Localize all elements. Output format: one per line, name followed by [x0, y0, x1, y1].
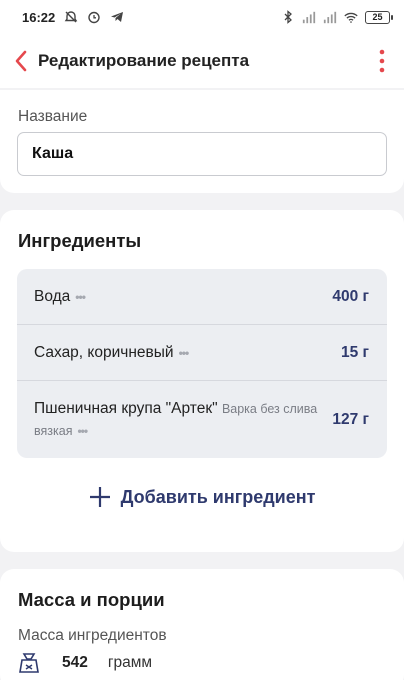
add-ingredient-button[interactable]: Добавить ингредиент [0, 482, 404, 512]
ingredient-name-text: Пшеничная крупа "Артек" [34, 399, 218, 417]
alarm-icon [87, 10, 101, 24]
more-dots-icon: ••• [77, 423, 88, 438]
ingredient-row[interactable]: Сахар, коричневый ••• 15 г [17, 325, 387, 380]
battery-level: 25 [372, 12, 383, 22]
name-label: Название [18, 108, 88, 125]
status-time: 16:22 [22, 9, 56, 25]
ingredients-list: Вода ••• 400 г Сахар, коричневый ••• 15 г … [17, 269, 387, 458]
battery-icon: 25 [365, 10, 393, 24]
ingredient-name: Сахар, коричневый ••• [34, 342, 190, 364]
ingredient-row[interactable]: Вода ••• 400 г [17, 269, 387, 324]
ingredient-name: Вода ••• [34, 286, 86, 308]
ingredient-name: Пшеничная крупа "Артек" Варка без слива … [34, 398, 319, 442]
telegram-icon [110, 10, 124, 24]
mass-card: Масса и порции Масса ингредиентов 542 гр… [0, 569, 404, 680]
recipe-name-card: Название [0, 90, 404, 193]
ingredient-name-text: Сахар, коричневый [34, 343, 174, 361]
app-toolbar: Редактирование рецепта [0, 34, 404, 88]
ingredient-amount: 15 г [340, 343, 369, 361]
wifi-icon [344, 10, 358, 24]
back-button[interactable] [8, 46, 34, 76]
ingredients-card: Ингредиенты Вода ••• 400 г Сахар, коричне… [0, 210, 404, 552]
chevron-left-icon [15, 50, 27, 72]
mass-row: 542 грамм [18, 652, 152, 674]
recipe-name-input[interactable] [17, 132, 387, 176]
ingredient-name-text: Вода [34, 287, 71, 305]
do-not-disturb-icon [64, 10, 78, 24]
mass-label: Масса ингредиентов [18, 627, 167, 644]
signal-icon [323, 10, 337, 24]
more-dots-icon: ••• [75, 289, 86, 304]
status-bar: 16:22 25 [0, 0, 404, 34]
mass-unit: грамм [107, 654, 153, 671]
more-vertical-icon [379, 49, 385, 73]
scale-weight-icon [19, 653, 39, 673]
signal-icon [302, 10, 316, 24]
bluetooth-icon [281, 10, 295, 24]
ingredients-title: Ингредиенты [18, 230, 142, 251]
mass-title: Масса и порции [18, 589, 165, 610]
more-dots-icon: ••• [178, 345, 190, 360]
ingredient-amount: 127 г [332, 410, 369, 428]
ingredient-row[interactable]: Пшеничная крупа "Артек" Варка без слива … [17, 381, 387, 458]
ingredient-amount: 400 г [332, 287, 369, 305]
page-title: Редактирование рецепта [38, 51, 250, 70]
add-ingredient-label: Добавить ингредиент [120, 486, 316, 507]
more-menu-button[interactable] [372, 46, 392, 76]
plus-icon [89, 487, 110, 507]
mass-value: 542 [62, 654, 88, 671]
